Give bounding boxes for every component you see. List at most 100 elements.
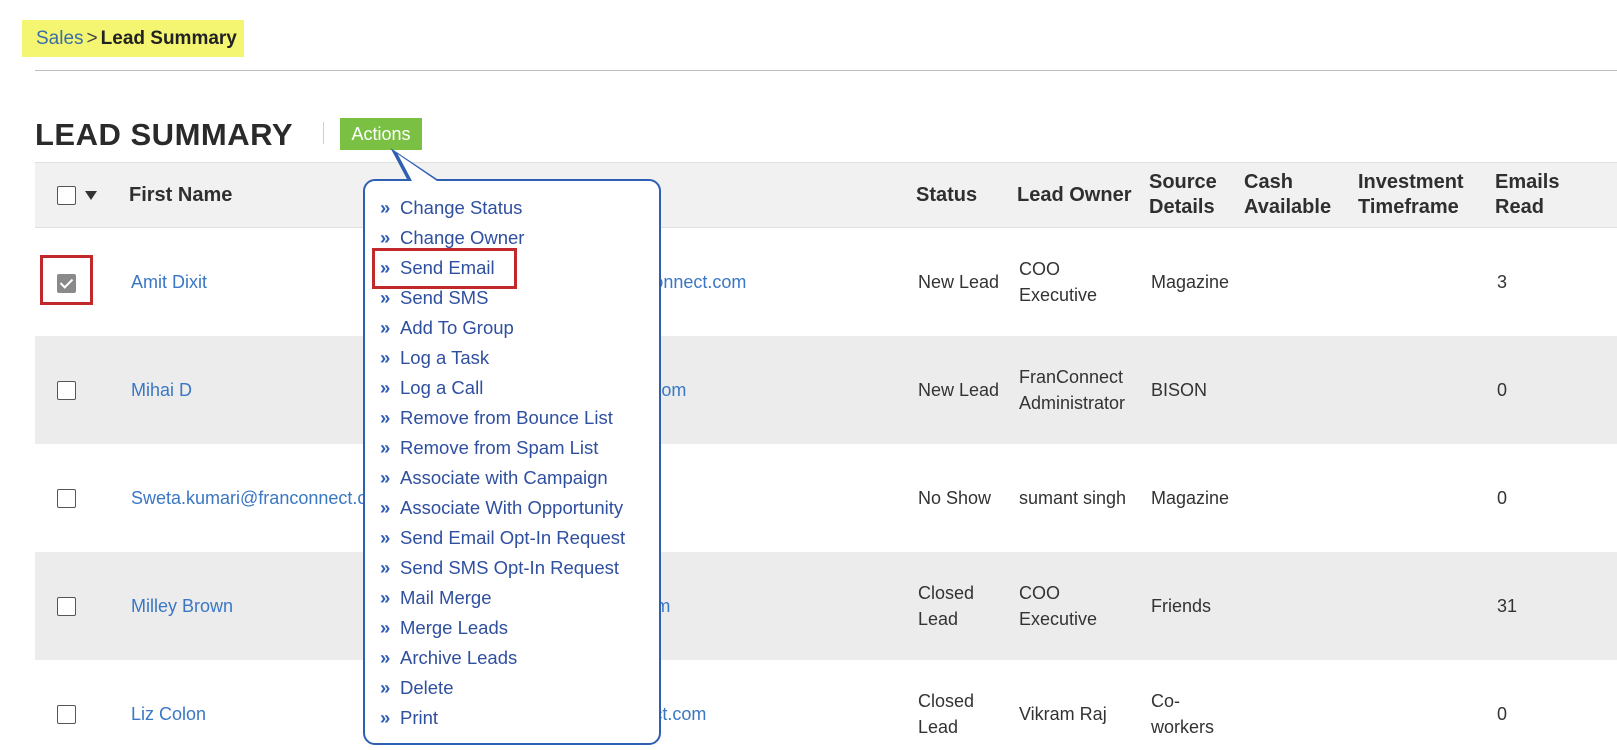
menu-item-log-a-call[interactable]: » Log a Call (380, 373, 659, 403)
menu-item-print[interactable]: » Print (380, 703, 659, 733)
menu-item-label: Add To Group (400, 317, 514, 338)
table-header-row: First Name Last Name Email Status Lead O… (35, 162, 1617, 228)
col-cash-available[interactable]: Cash Available (1238, 163, 1352, 228)
emails-read-cell: 0 (1497, 487, 1508, 508)
investment-timeframe-cell (1352, 336, 1489, 444)
title-divider (323, 122, 324, 144)
chevron-double-right-icon: » (380, 557, 391, 578)
source-details-cell: Magazine (1151, 487, 1230, 508)
first-name-link[interactable]: Mihai D (123, 336, 363, 444)
first-name-link[interactable]: Milley Brown (123, 552, 363, 660)
menu-item-label: Associate with Campaign (400, 467, 608, 488)
emails-read-cell: 31 (1497, 595, 1518, 616)
col-source-details[interactable]: Source Details (1143, 163, 1238, 228)
chevron-double-right-icon: » (380, 437, 391, 458)
chevron-double-right-icon: » (380, 647, 391, 668)
menu-item-associate-with-opportunity[interactable]: » Associate With Opportunity (380, 493, 659, 523)
col-investment-timeframe[interactable]: Investment Timeframe (1352, 163, 1489, 228)
investment-timeframe-cell (1352, 552, 1489, 660)
menu-item-label: Print (400, 707, 439, 728)
source-details-cell: Friends (1151, 595, 1212, 616)
first-name-link[interactable]: Liz Colon (123, 660, 363, 750)
menu-item-remove-from-bounce-list[interactable]: » Remove from Bounce List (380, 403, 659, 433)
lead-table: First Name Last Name Email Status Lead O… (35, 162, 1617, 750)
status-cell: Closed Lead (918, 690, 975, 737)
chevron-double-right-icon: » (380, 197, 391, 218)
breadcrumb-separator: > (86, 28, 98, 49)
menu-item-send-email-opt-in-request[interactable]: » Send Email Opt-In Request (380, 523, 659, 553)
col-status[interactable]: Status (910, 163, 1011, 228)
highlight-annotation-send-email (372, 248, 517, 289)
menu-item-remove-from-spam-list[interactable]: » Remove from Spam List (380, 433, 659, 463)
menu-item-label: Delete (400, 677, 454, 698)
menu-item-label: Associate With Opportunity (400, 497, 624, 518)
status-cell: New Lead (918, 271, 1000, 292)
select-all-checkbox[interactable] (57, 185, 76, 205)
cash-available-cell (1238, 444, 1352, 552)
chevron-double-right-icon: » (380, 407, 391, 428)
cash-available-cell (1238, 336, 1352, 444)
breadcrumb: Sales > Lead Summary (22, 20, 244, 57)
select-dropdown-icon[interactable] (85, 190, 97, 200)
cash-available-cell (1238, 552, 1352, 660)
menu-item-mail-merge[interactable]: » Mail Merge (380, 583, 659, 613)
actions-button[interactable]: Actions (340, 118, 422, 150)
chevron-double-right-icon: » (380, 317, 391, 338)
row-checkbox[interactable] (57, 489, 76, 509)
menu-item-label: Archive Leads (400, 647, 518, 668)
emails-read-cell: 3 (1497, 271, 1508, 292)
menu-item-label: Remove from Spam List (400, 437, 599, 458)
cash-available-cell (1238, 228, 1352, 336)
menu-item-label: Merge Leads (400, 617, 508, 638)
investment-timeframe-cell (1352, 444, 1489, 552)
row-checkbox[interactable] (57, 597, 76, 617)
menu-item-label: Log a Task (400, 347, 490, 368)
menu-item-log-a-task[interactable]: » Log a Task (380, 343, 659, 373)
first-name-link[interactable]: Amit Dixit (123, 228, 363, 336)
menu-item-archive-leads[interactable]: » Archive Leads (380, 643, 659, 673)
cash-available-cell (1238, 660, 1352, 750)
lead-owner-cell: sumant singh (1019, 487, 1127, 508)
lead-owner-cell: COO Executive (1019, 258, 1098, 305)
select-all-header (35, 163, 123, 228)
menu-item-delete[interactable]: » Delete (380, 673, 659, 703)
chevron-double-right-icon: » (380, 677, 391, 698)
chevron-double-right-icon: » (380, 347, 391, 368)
menu-item-label: Change Owner (400, 227, 525, 248)
emails-read-cell: 0 (1497, 379, 1508, 400)
menu-item-label: Send Email Opt-In Request (400, 527, 626, 548)
row-checkbox[interactable] (57, 381, 76, 401)
chevron-double-right-icon: » (380, 707, 391, 728)
col-lead-owner[interactable]: Lead Owner (1011, 163, 1143, 228)
col-first-name[interactable]: First Name (123, 163, 363, 228)
first-name-link[interactable]: Sweta.kumari@franconnect.com (123, 444, 363, 552)
chevron-double-right-icon: » (380, 527, 391, 548)
status-cell: No Show (918, 487, 992, 508)
lead-owner-cell: Vikram Raj (1019, 703, 1107, 724)
table-row: Milley Brown a.fc82@gmail.com Closed Lea… (35, 551, 1617, 660)
chevron-double-right-icon: » (380, 587, 391, 608)
investment-timeframe-cell (1352, 660, 1489, 750)
menu-item-label: Send SMS (400, 287, 489, 308)
menu-item-associate-with-campaign[interactable]: » Associate with Campaign (380, 463, 659, 493)
source-details-cell: Co-workers (1151, 690, 1215, 737)
row-checkbox[interactable] (57, 705, 76, 725)
lead-owner-cell: COO Executive (1019, 582, 1098, 629)
menu-item-label: Remove from Bounce List (400, 407, 613, 428)
lead-owner-cell: FranConnect Administrator (1019, 366, 1126, 413)
emails-read-cell: 0 (1497, 703, 1508, 724)
col-emails-read[interactable]: Emails Read (1489, 163, 1617, 228)
status-cell: Closed Lead (918, 582, 975, 629)
page-title: LEAD SUMMARY (35, 117, 294, 152)
chevron-double-right-icon: » (380, 617, 391, 638)
investment-timeframe-cell (1352, 228, 1489, 336)
menu-item-change-status[interactable]: » Change Status (380, 193, 659, 223)
menu-item-send-sms-opt-in-request[interactable]: » Send SMS Opt-In Request (380, 553, 659, 583)
menu-item-label: Send SMS Opt-In Request (400, 557, 620, 578)
table-row: Liz Colon olon@franconnect.com Closed Le… (35, 660, 1617, 750)
source-details-cell: BISON (1151, 379, 1208, 400)
menu-item-add-to-group[interactable]: » Add To Group (380, 313, 659, 343)
menu-item-merge-leads[interactable]: » Merge Leads (380, 613, 659, 643)
table-row: Sweta.kumari@franconnect.com en@vb.com N… (35, 444, 1617, 552)
breadcrumb-link-sales[interactable]: Sales (36, 28, 84, 49)
